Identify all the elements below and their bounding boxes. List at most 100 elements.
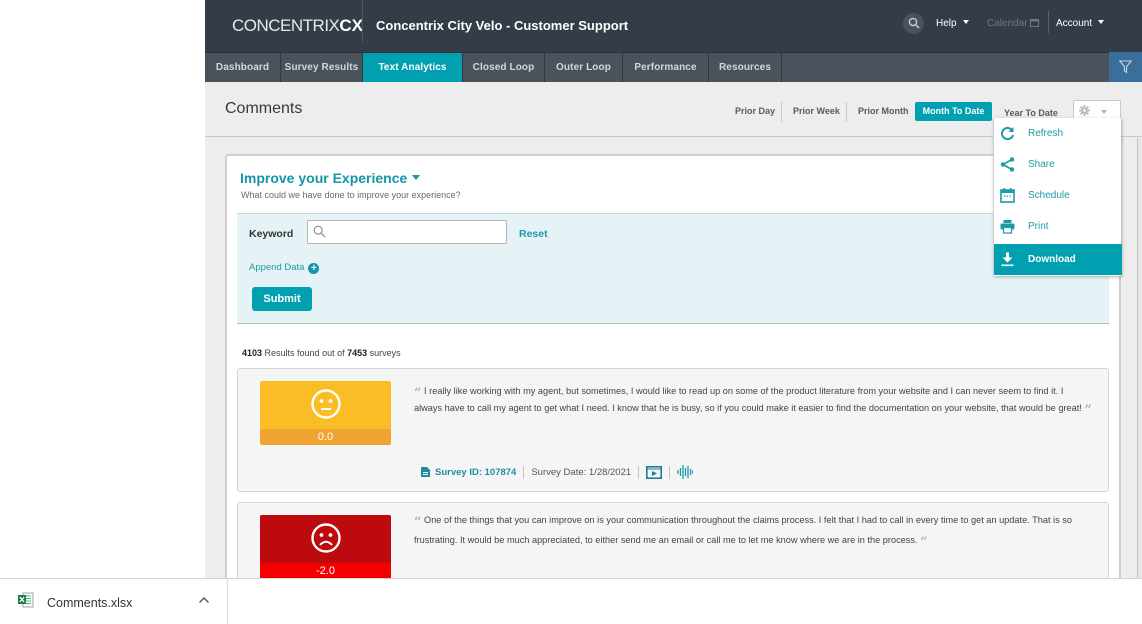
period-prior-day[interactable]: Prior Day <box>729 102 781 121</box>
chevron-up-icon[interactable] <box>198 596 210 604</box>
sentiment-score-badge: -2.0 <box>260 515 391 578</box>
neutral-face-icon <box>311 389 341 419</box>
filter-button[interactable] <box>1109 52 1142 82</box>
calendar-button[interactable]: Calendar <box>987 18 1039 29</box>
menu-item-download[interactable]: Download <box>994 244 1122 275</box>
menu-label: Share <box>1028 159 1055 170</box>
sentiment-score: -2.0 <box>260 563 391 578</box>
calendar-label: Calendar <box>987 18 1028 29</box>
tab-survey-results[interactable]: Survey Results <box>281 53 363 82</box>
printer-icon <box>1000 220 1015 234</box>
video-play-icon[interactable] <box>646 465 663 479</box>
survey-date: Survey Date: 1/28/2021 <box>531 466 632 478</box>
tab-text-analytics[interactable]: Text Analytics <box>363 53 463 82</box>
download-icon <box>1001 252 1014 267</box>
menu-label: Print <box>1028 221 1049 232</box>
survey-id-link[interactable]: Survey ID: 107874 <box>435 467 516 478</box>
period-prior-month[interactable]: Prior Month <box>852 102 915 121</box>
menu-label: Schedule <box>1028 190 1070 201</box>
results-count: 4103 Results found out of 7453 surveys <box>242 348 401 358</box>
sentiment-score: 0.0 <box>260 429 391 445</box>
menu-item-refresh[interactable]: Refresh <box>994 118 1122 149</box>
search-icon <box>908 17 920 29</box>
comment-body: I really like working with my agent, but… <box>414 386 1082 413</box>
tab-outer-loop[interactable]: Outer Loop <box>545 53 623 82</box>
chevron-down-icon <box>1101 110 1107 114</box>
results-total: 7453 <box>347 348 368 358</box>
search-button[interactable] <box>903 13 924 34</box>
share-icon <box>1000 157 1015 172</box>
logo-suffix: CX <box>339 16 364 35</box>
results-text: Results found out of <box>262 348 348 358</box>
app-window: CONCENTRIXCX Concentrix City Velo - Cust… <box>205 0 1142 578</box>
period-month-to-date[interactable]: Month To Date <box>915 102 992 121</box>
close-quote-icon: ” <box>1084 402 1092 418</box>
menu-item-share[interactable]: Share <box>994 149 1122 180</box>
question-subtitle: What could we have done to improve your … <box>241 190 461 200</box>
comment-text: “ I really like working with my agent, b… <box>414 383 1094 418</box>
keyword-label: Keyword <box>249 228 294 240</box>
period-prior-week[interactable]: Prior Week <box>787 102 846 121</box>
refresh-icon <box>1001 126 1014 141</box>
menu-item-schedule[interactable]: Schedule <box>994 180 1122 211</box>
sentiment-face <box>260 515 391 563</box>
account-menu[interactable]: Account <box>1056 18 1105 29</box>
calendar-icon <box>1000 188 1015 203</box>
sentiment-score-badge: 0.0 <box>260 381 391 445</box>
help-label: Help <box>936 18 957 29</box>
open-quote-icon: “ <box>414 386 422 401</box>
tab-performance[interactable]: Performance <box>623 53 709 82</box>
gear-icon <box>1079 105 1090 116</box>
header-divider <box>362 0 363 42</box>
append-data-label: Append Data <box>249 262 305 273</box>
settings-menu: Refresh Share Schedule Print Download <box>993 118 1122 276</box>
comment-item: 0.0 “ I really like working with my agen… <box>237 368 1109 492</box>
page-scrollbar[interactable] <box>1137 138 1142 578</box>
plus-circle-icon: + <box>308 263 320 274</box>
results-text: surveys <box>367 348 401 358</box>
keyword-input[interactable] <box>307 220 507 244</box>
open-quote-icon: “ <box>414 515 422 530</box>
sad-face-icon <box>311 523 341 553</box>
document-icon <box>421 467 430 477</box>
menu-label: Refresh <box>1028 128 1064 139</box>
filter-icon <box>1119 60 1132 74</box>
chevron-down-icon <box>412 175 421 180</box>
logo[interactable]: CONCENTRIXCX <box>232 16 363 36</box>
results-found: 4103 <box>242 348 263 358</box>
download-item[interactable]: Comments.xlsx <box>0 579 228 624</box>
top-header: CONCENTRIXCX Concentrix City Velo - Cust… <box>205 0 1142 52</box>
chevron-down-icon <box>1098 20 1105 24</box>
main-nav-tabs: Dashboard Survey Results Text Analytics … <box>205 52 1142 82</box>
page-title: Comments <box>225 100 303 117</box>
comment-item: -2.0 “ One of the things that you can im… <box>237 502 1109 578</box>
audio-waveform-icon[interactable] <box>677 465 694 479</box>
logo-text: CONCENTRIX <box>232 16 340 35</box>
close-quote-icon: ” <box>920 534 928 550</box>
meta-divider <box>523 465 525 479</box>
comments-card: Improve your Experience What could we ha… <box>225 154 1121 578</box>
question-title: Improve your Experience <box>240 170 408 186</box>
submit-button[interactable]: Submit <box>252 287 312 311</box>
comment-text: “ One of the things that you can improve… <box>414 511 1094 550</box>
chevron-down-icon <box>962 20 969 24</box>
comment-meta: Survey ID: 107874 Survey Date: 1/28/2021 <box>421 465 694 479</box>
calendar-icon <box>1029 19 1039 27</box>
filter-panel: Keyword Reset Append Data + Submit <box>237 213 1109 324</box>
tab-closed-loop[interactable]: Closed Loop <box>463 53 545 82</box>
help-menu[interactable]: Help <box>936 18 969 29</box>
reset-link[interactable]: Reset <box>519 228 548 240</box>
browser-download-bar: Comments.xlsx <box>0 578 1142 624</box>
excel-file-icon <box>18 592 34 608</box>
menu-label: Download <box>1028 254 1076 265</box>
sentiment-face <box>260 381 391 429</box>
tab-dashboard[interactable]: Dashboard <box>205 53 281 82</box>
append-data-link[interactable]: Append Data + <box>249 262 320 274</box>
meta-divider <box>638 465 640 479</box>
menu-item-print[interactable]: Print <box>994 211 1122 242</box>
app-title: Concentrix City Velo - Customer Support <box>376 18 629 33</box>
question-selector[interactable]: Improve your Experience <box>240 170 421 186</box>
account-label: Account <box>1056 18 1093 29</box>
tab-resources[interactable]: Resources <box>709 53 782 82</box>
period-divider <box>846 102 847 122</box>
